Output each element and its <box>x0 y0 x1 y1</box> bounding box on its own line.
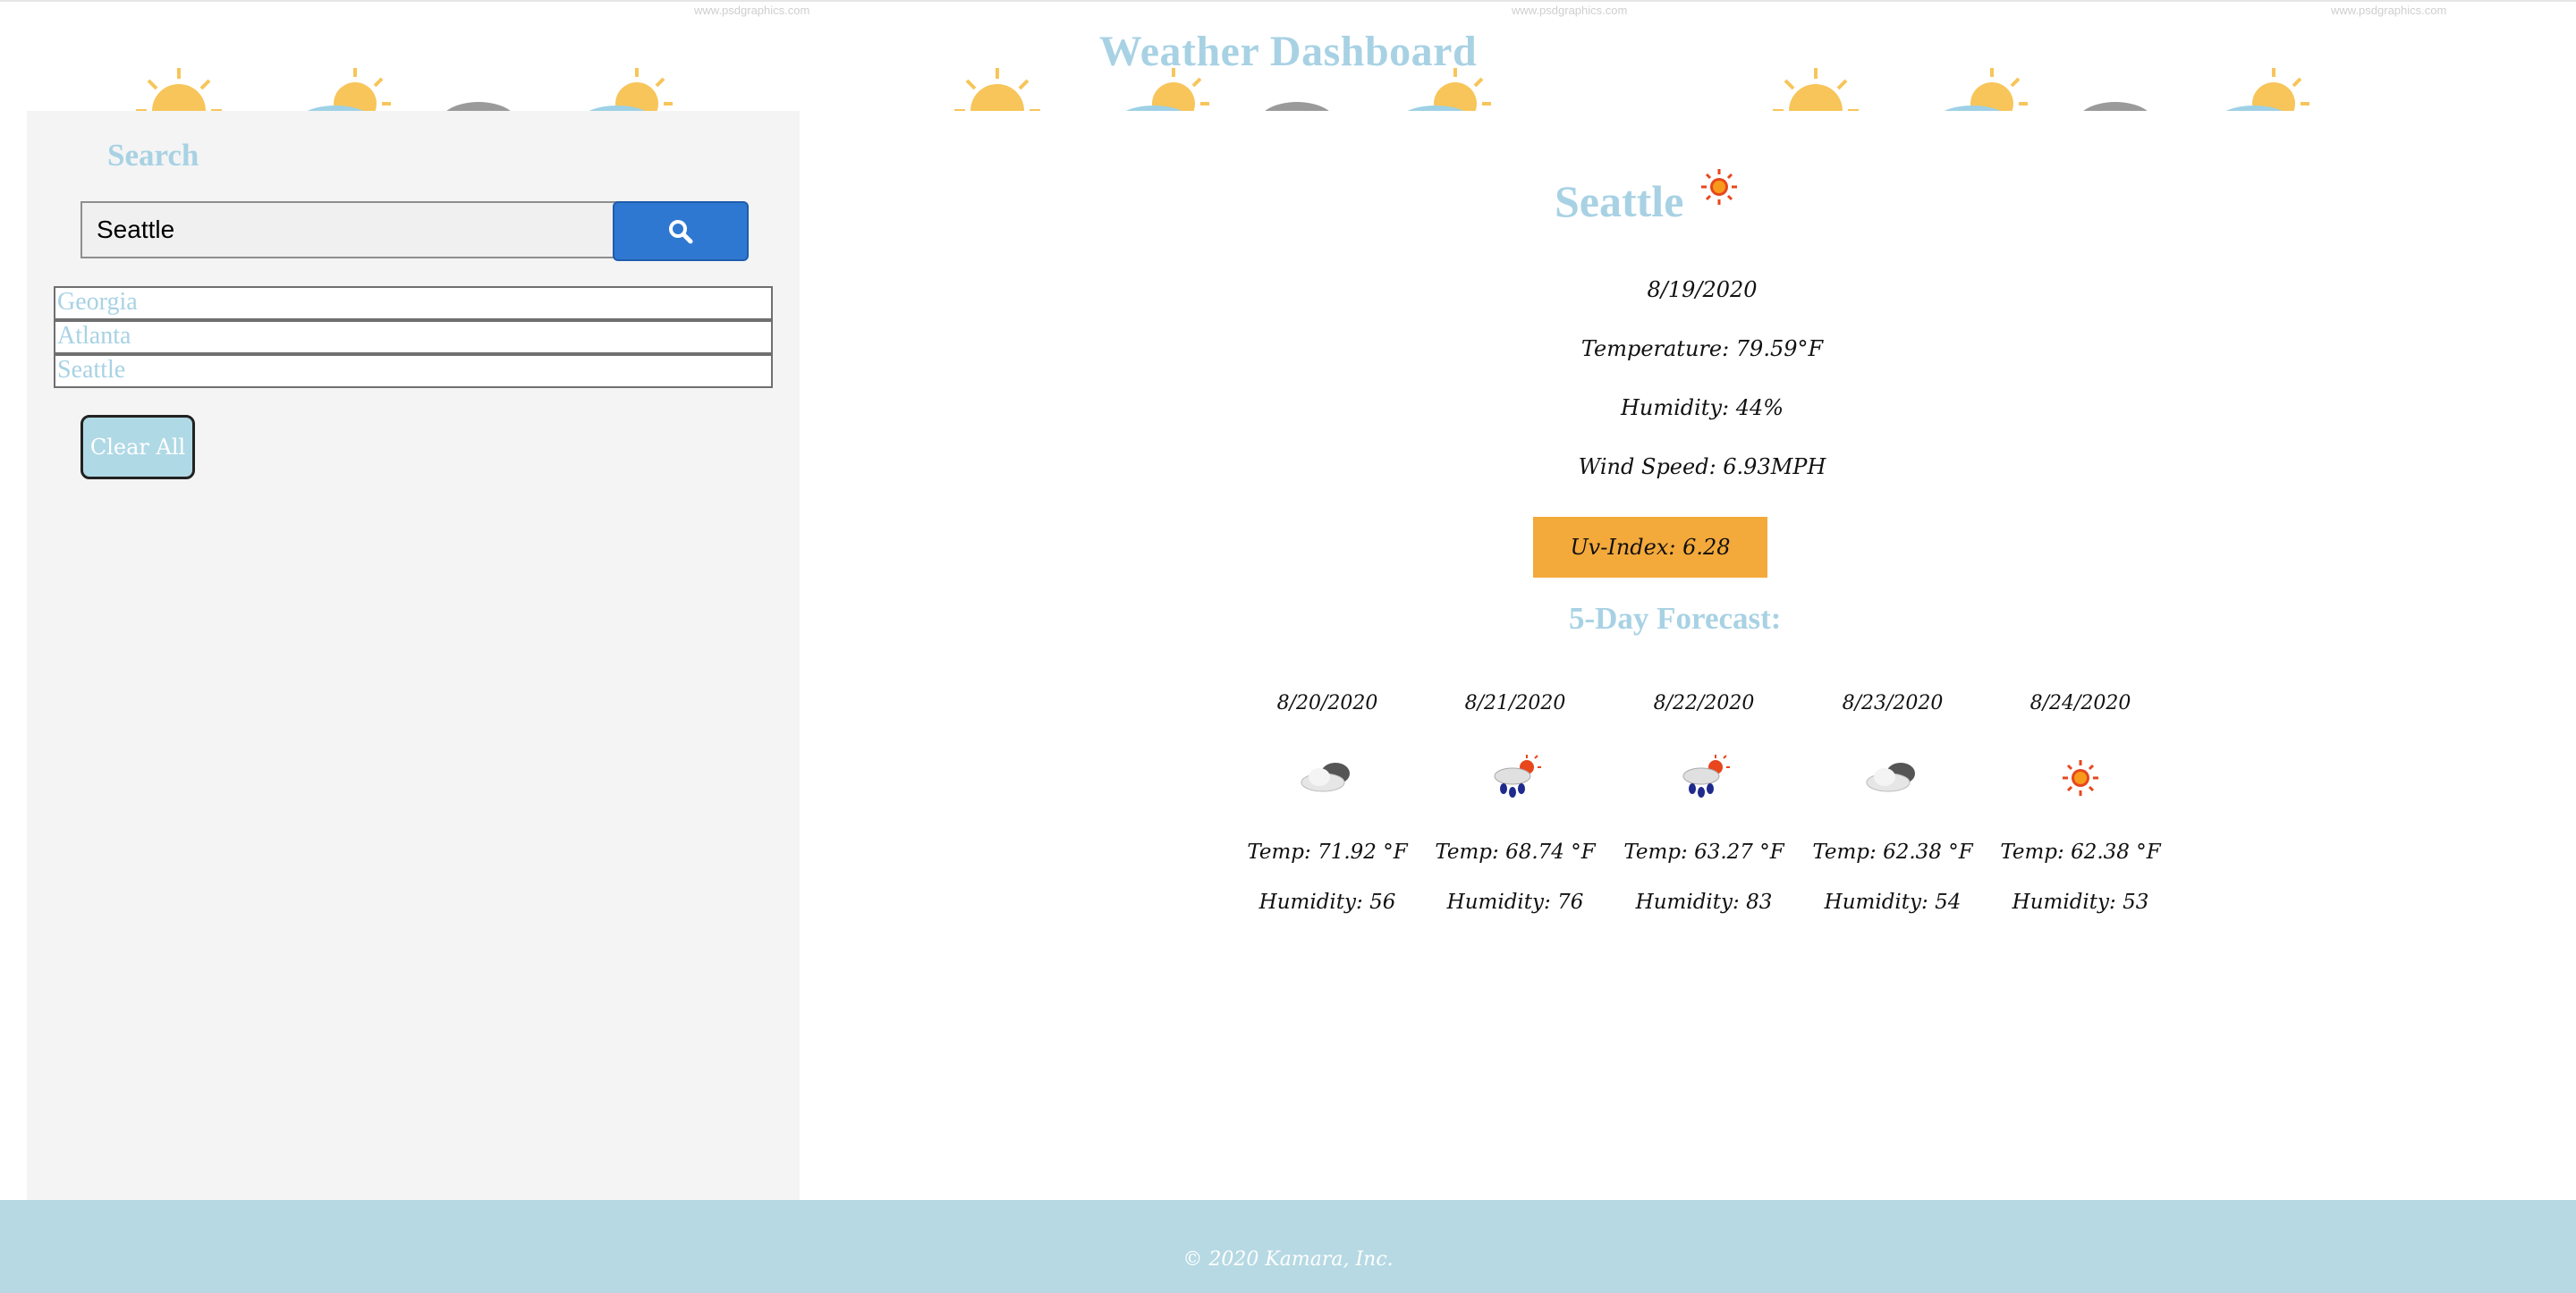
forecast-humidity: Humidity: 54 <box>1824 891 1962 914</box>
forecast-card: 8/22/2020 Temp: 63.27 °F Humidity: 83 <box>1623 692 1784 914</box>
search-button[interactable] <box>613 201 749 261</box>
history-item[interactable]: Atlanta <box>54 320 773 354</box>
app-title: Weather Dashboard <box>1098 28 1478 75</box>
forecast-date: 8/20/2020 <box>1276 692 1378 714</box>
rain-sun-icon <box>1682 755 1730 798</box>
sun-icon <box>1701 169 1737 205</box>
current-date: 8/19/2020 <box>1647 277 1758 302</box>
rain-sun-icon <box>1494 755 1541 798</box>
history-item[interactable]: Seattle <box>54 354 773 388</box>
forecast-humidity: Humidity: 53 <box>2012 891 2149 914</box>
forecast-humidity: Humidity: 83 <box>1635 891 1773 914</box>
forecast-temp: Temp: 62.38 °F <box>1812 841 1973 864</box>
city-search-input[interactable] <box>80 201 640 258</box>
cloud-icon <box>1866 763 1915 792</box>
cloud-icon <box>1301 763 1350 792</box>
clear-all-button[interactable]: Clear All <box>80 415 195 479</box>
search-history-list: Georgia Atlanta Seattle <box>54 286 773 388</box>
current-wind-speed: Wind Speed: 6.93MPH <box>1578 454 1826 479</box>
search-heading: Search <box>107 138 199 173</box>
forecast-heading: 5-Day Forecast: <box>1569 601 1782 636</box>
header-banner: www.psdgraphics.com www.psdgraphics.com … <box>0 0 2576 111</box>
forecast-temp: Temp: 71.92 °F <box>1247 841 1408 864</box>
forecast-date: 8/22/2020 <box>1653 692 1755 714</box>
forecast-humidity: Humidity: 76 <box>1446 891 1584 914</box>
watermark: www.psdgraphics.com <box>1512 4 1628 17</box>
current-temperature: Temperature: 79.59°F <box>1580 336 1824 361</box>
forecast-date: 8/24/2020 <box>2029 692 2131 714</box>
sun-icon <box>2063 760 2098 796</box>
history-item[interactable]: Georgia <box>54 286 773 320</box>
forecast-card: 8/20/2020 Temp: 71.92 °F Humidity: 56 <box>1247 692 1408 914</box>
current-humidity: Humidity: 44% <box>1620 395 1784 420</box>
forecast-card: 8/21/2020 Temp: 68.74 °F Humidity: 76 <box>1435 692 1596 914</box>
forecast-card: 8/24/2020 Temp: 62.38 °F Humidity: 53 <box>2000 692 2161 914</box>
uv-index-badge: Uv-Index: 6.28 <box>1533 517 1767 578</box>
footer: © 2020 Kamara, Inc. <box>0 1200 2576 1293</box>
forecast-temp: Temp: 63.27 °F <box>1623 841 1784 864</box>
forecast-temp: Temp: 62.38 °F <box>2000 841 2161 864</box>
watermark: www.psdgraphics.com <box>2331 4 2447 17</box>
watermark: www.psdgraphics.com <box>694 4 810 17</box>
forecast-temp: Temp: 68.74 °F <box>1435 841 1596 864</box>
forecast-card: 8/23/2020 Temp: 62.38 °F Humidity: 54 <box>1812 692 1973 914</box>
search-icon <box>669 219 693 243</box>
footer-copyright: © 2020 Kamara, Inc. <box>1182 1248 1394 1271</box>
weather-main: Seattle 8/19/2020 Temperature: 79.59°F H… <box>800 111 2576 1200</box>
forecast-date: 8/21/2020 <box>1464 692 1566 714</box>
forecast-date: 8/23/2020 <box>1842 692 1944 714</box>
forecast-humidity: Humidity: 56 <box>1258 891 1396 914</box>
city-name: Seattle <box>1555 176 1684 226</box>
search-sidebar: Search Georgia Atlanta Seattle Clear All <box>27 111 800 1200</box>
